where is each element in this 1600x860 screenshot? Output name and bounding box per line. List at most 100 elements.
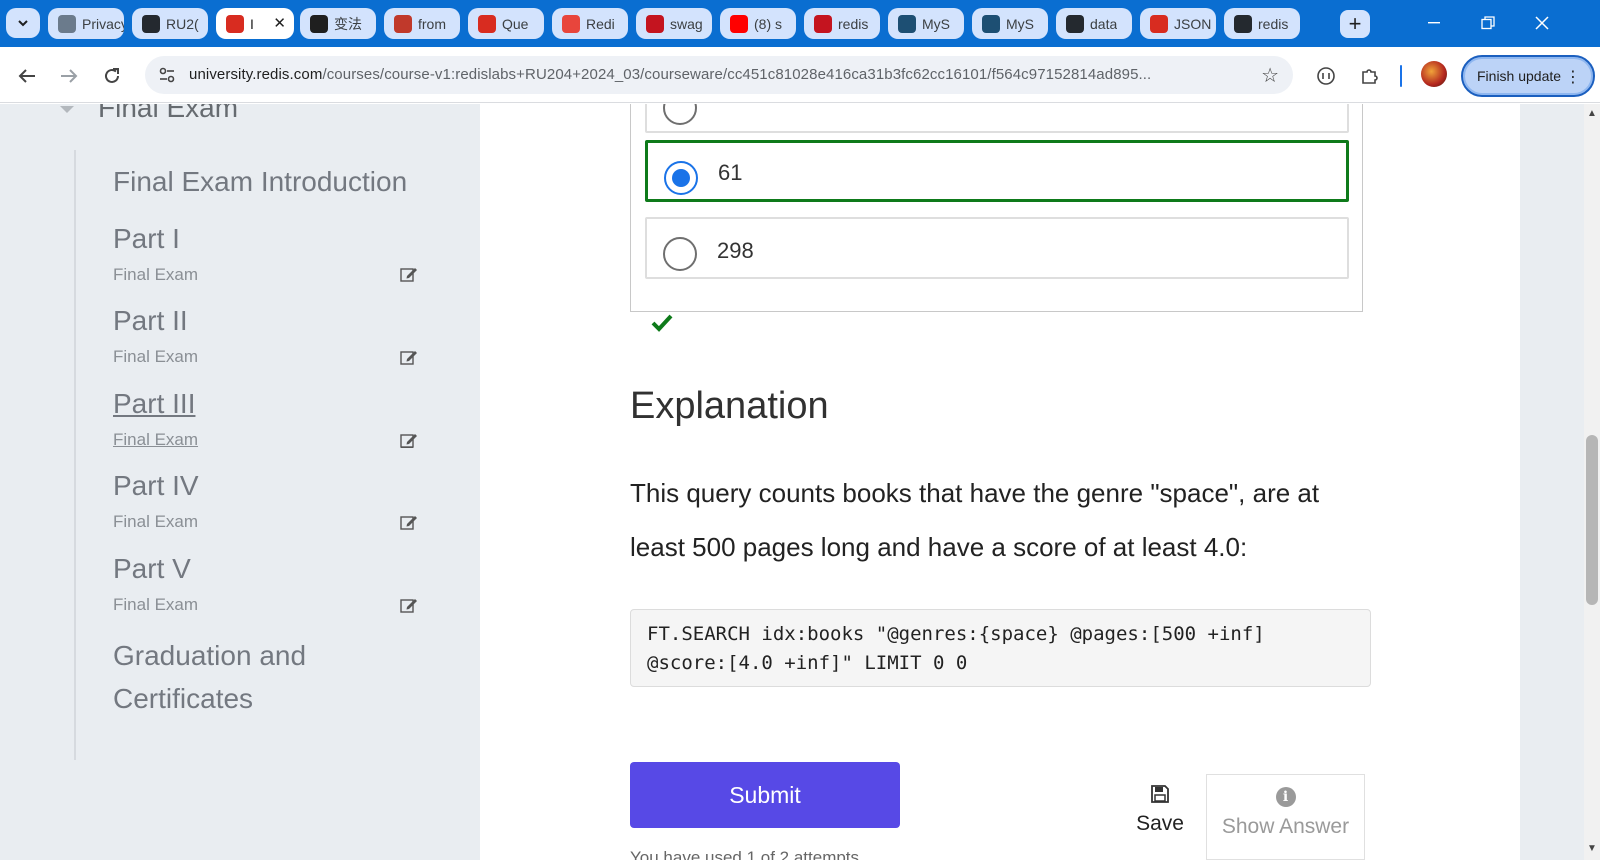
forward-arrow-icon[interactable] bbox=[54, 61, 84, 91]
edit-icon bbox=[400, 268, 417, 282]
back-arrow-icon[interactable] bbox=[12, 61, 42, 91]
course-page: Final Exam Final Exam Introduction Part … bbox=[0, 104, 1584, 860]
browser-tab[interactable]: swag bbox=[636, 8, 712, 39]
sidebar-item-final-exam-introduction[interactable]: Final Exam Introduction bbox=[113, 166, 407, 198]
answer-option[interactable] bbox=[645, 104, 1349, 133]
bookmark-star-icon[interactable]: ☆ bbox=[1261, 63, 1279, 88]
explanation-text: This query counts books that have the ge… bbox=[630, 478, 1320, 562]
sidebar-item-title[interactable]: Graduation and Certificates bbox=[113, 634, 373, 720]
collapse-caret-icon[interactable] bbox=[60, 106, 74, 113]
minimize-window-icon[interactable] bbox=[1412, 8, 1456, 38]
sidebar-item-subtitle: Final Exam bbox=[113, 265, 199, 284]
scrollbar-thumb[interactable] bbox=[1586, 435, 1598, 605]
sidebar-item-part-5[interactable]: Part V Final Exam bbox=[113, 553, 198, 615]
redis-cube-icon bbox=[226, 14, 244, 33]
sidebar-item-subtitle: Final Exam bbox=[113, 430, 199, 449]
browser-tab[interactable]: from bbox=[384, 8, 460, 39]
github-icon bbox=[1066, 14, 1084, 33]
browser-tab[interactable]: redis bbox=[1224, 8, 1300, 39]
sidebar-item-part-3[interactable]: Part III Final Exam bbox=[113, 388, 198, 450]
browser-tab-active[interactable]: I ✕ bbox=[216, 8, 294, 39]
redis-cube-icon bbox=[478, 14, 496, 33]
tab-title: MyS bbox=[922, 15, 950, 32]
edit-icon bbox=[400, 351, 417, 365]
sidebar-item-title[interactable]: Final Exam Introduction bbox=[113, 166, 407, 198]
university-crest-icon bbox=[394, 14, 412, 33]
mysql-icon bbox=[898, 14, 916, 33]
tab-title: 变法 bbox=[334, 15, 362, 32]
youtube-icon bbox=[730, 14, 748, 33]
radio-button[interactable] bbox=[663, 237, 697, 271]
scroll-down-arrow-icon[interactable]: ▼ bbox=[1587, 843, 1597, 854]
save-label: Save bbox=[1136, 812, 1184, 835]
tab-title: RU2( bbox=[166, 15, 199, 32]
address-bar[interactable]: university.redis.com/courses/course-v1:r… bbox=[145, 56, 1293, 94]
reload-icon[interactable] bbox=[97, 61, 127, 91]
browser-tab[interactable]: JSON bbox=[1140, 8, 1216, 39]
browser-tab[interactable]: RU2( bbox=[132, 8, 208, 39]
answer-option[interactable]: 298 bbox=[645, 217, 1349, 279]
close-tab-icon[interactable]: ✕ bbox=[273, 14, 286, 32]
extensions-puzzle-icon[interactable] bbox=[1356, 62, 1384, 90]
browser-tab[interactable]: 变法 bbox=[300, 8, 376, 39]
sidebar-item-title[interactable]: Part V bbox=[113, 553, 198, 585]
shield-icon bbox=[58, 14, 76, 33]
tab-title: I bbox=[250, 15, 254, 32]
redis-n-icon bbox=[646, 14, 664, 33]
restore-window-icon[interactable] bbox=[1466, 8, 1510, 38]
scroll-up-arrow-icon[interactable]: ▲ bbox=[1587, 108, 1597, 119]
browser-tab[interactable]: data bbox=[1056, 8, 1132, 39]
sidebar-item-title[interactable]: Part IV bbox=[113, 470, 199, 502]
show-answer-button[interactable]: i Show Answer bbox=[1206, 774, 1365, 860]
close-window-icon[interactable] bbox=[1520, 8, 1564, 38]
tab-title: (8) s bbox=[754, 15, 782, 32]
browser-tab[interactable]: MyS bbox=[972, 8, 1048, 39]
radio-button-checked[interactable] bbox=[664, 161, 698, 195]
sidebar-item-title[interactable]: Part III bbox=[113, 388, 198, 420]
browser-tab[interactable]: (8) s bbox=[720, 8, 796, 39]
outline-divider bbox=[74, 150, 76, 760]
explanation-heading: Explanation bbox=[630, 385, 829, 427]
browser-tab[interactable]: redis bbox=[804, 8, 880, 39]
tab-title: from bbox=[418, 15, 446, 32]
browser-tab[interactable]: Privacy a bbox=[48, 8, 124, 39]
correct-checkmark-icon bbox=[651, 314, 673, 332]
tab-title: redis bbox=[838, 15, 869, 32]
url-text[interactable]: university.redis.com/courses/course-v1:r… bbox=[189, 66, 1249, 83]
sidebar-item-part-2[interactable]: Part II Final Exam bbox=[113, 305, 198, 367]
browser-tab[interactable]: Redi bbox=[552, 8, 628, 39]
page-gutter bbox=[1520, 104, 1584, 860]
section-title[interactable]: Final Exam bbox=[98, 104, 238, 124]
show-answer-label: Show Answer bbox=[1221, 815, 1350, 838]
sidebar-item-graduation[interactable]: Graduation and Certificates bbox=[113, 634, 373, 720]
profile-avatar[interactable] bbox=[1421, 61, 1447, 87]
redis-logo-icon bbox=[562, 14, 580, 33]
tab-search-dropdown-icon[interactable] bbox=[6, 8, 40, 38]
sidebar-item-part-4[interactable]: Part IV Final Exam bbox=[113, 470, 199, 532]
browser-tab-strip: Privacy aRU2(I✕变法fromQueRediswag(8) sred… bbox=[0, 0, 1600, 47]
mysql-icon bbox=[982, 14, 1000, 33]
more-vert-icon: ⋮ bbox=[1565, 69, 1581, 86]
tab-title: swag bbox=[670, 15, 703, 32]
sidebar-item-subtitle: Final Exam bbox=[113, 512, 199, 531]
site-info-icon[interactable] bbox=[157, 65, 177, 85]
radio-button[interactable] bbox=[663, 104, 697, 125]
sidebar-item-part-1[interactable]: Part I Final Exam bbox=[113, 223, 198, 285]
submit-button[interactable]: Submit bbox=[630, 762, 900, 828]
sidebar-item-title[interactable]: Part I bbox=[113, 223, 198, 255]
finish-update-button[interactable]: Finish update ⋮ bbox=[1461, 55, 1595, 97]
attempts-status: You have used 1 of 2 attempts bbox=[630, 848, 860, 860]
save-button[interactable]: Save bbox=[1130, 784, 1190, 844]
github-icon bbox=[142, 14, 160, 33]
github-icon bbox=[1234, 14, 1252, 33]
tab-title: data bbox=[1090, 15, 1118, 32]
sidebar-item-title[interactable]: Part II bbox=[113, 305, 198, 337]
new-tab-button[interactable]: + bbox=[1340, 10, 1370, 38]
sidebar-item-subtitle: Final Exam bbox=[113, 595, 199, 614]
browser-tab[interactable]: Que bbox=[468, 8, 544, 39]
media-controls-icon[interactable] bbox=[1312, 62, 1340, 90]
tab-title: Privacy a bbox=[82, 15, 124, 32]
answer-option-selected[interactable]: 61 bbox=[645, 140, 1349, 202]
code-block: FT.SEARCH idx:books "@genres:{space} @pa… bbox=[630, 609, 1371, 687]
browser-tab[interactable]: MyS bbox=[888, 8, 964, 39]
